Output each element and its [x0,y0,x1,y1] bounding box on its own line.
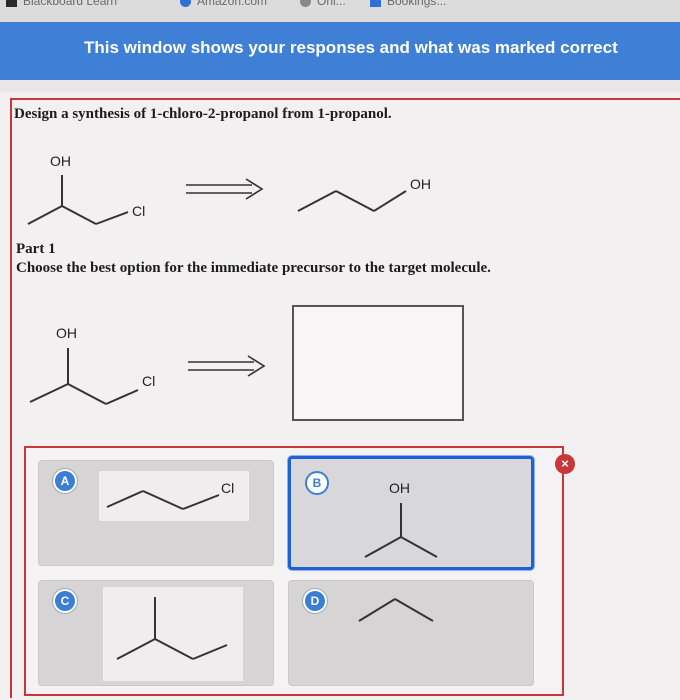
target-oh-label: OH [50,153,71,169]
browser-tab-bookings[interactable]: Bookings... [370,0,446,8]
option-c-molecule [116,597,228,660]
part-target-molecule: OH Cl [29,325,155,405]
option-b[interactable]: B OH [288,456,534,570]
browser-tab-amazon[interactable]: Amazon.com [180,0,267,8]
starting-material: OH [297,176,431,212]
browser-tab-bar: Blackboard Learn Amazon.com Onl... Booki… [0,0,680,22]
target-cl-label: Cl [132,203,145,219]
option-a-molecule: Cl [106,480,234,510]
tab-icon [300,0,311,8]
target-molecule: OH Cl [27,153,145,225]
option-b-molecule: OH [364,480,438,558]
option-c-badge: C [55,591,75,611]
browser-tab-online[interactable]: Onl... [300,0,346,8]
option-b-badge: B [307,473,327,493]
amazon-icon [180,0,191,8]
option-a-badge: A [55,471,75,491]
part-prompt: Choose the best option for the immediate… [16,260,491,276]
part-title: Part 1 [16,241,56,257]
retrosynthesis-arrow [186,178,264,200]
part-retrosynthesis-arrow [188,355,266,377]
close-icon: × [555,454,575,474]
option-a[interactable]: A Cl [38,460,274,566]
blackboard-icon [6,0,17,8]
question-text: Design a synthesis of 1-chloro-2-propano… [14,106,392,122]
option-d-badge: D [305,591,325,611]
bookings-icon [370,0,381,8]
precursor-drop-box[interactable] [292,305,464,421]
browser-tab-blackboard[interactable]: Blackboard Learn [6,0,117,8]
option-b-oh-label: OH [389,480,410,496]
part-oh-label: OH [56,325,77,341]
incorrect-border-top [12,98,680,100]
option-d[interactable]: D [288,580,534,686]
option-d-molecule [358,598,434,622]
starting-oh-label: OH [410,176,431,192]
option-a-cl-label: Cl [221,480,234,496]
part-cl-label: Cl [142,373,155,389]
option-c[interactable]: C [38,580,274,686]
answer-options: A Cl B OH C D [24,446,564,696]
banner-text: This window shows your responses and wha… [84,38,618,57]
response-banner: This window shows your responses and wha… [0,22,680,80]
